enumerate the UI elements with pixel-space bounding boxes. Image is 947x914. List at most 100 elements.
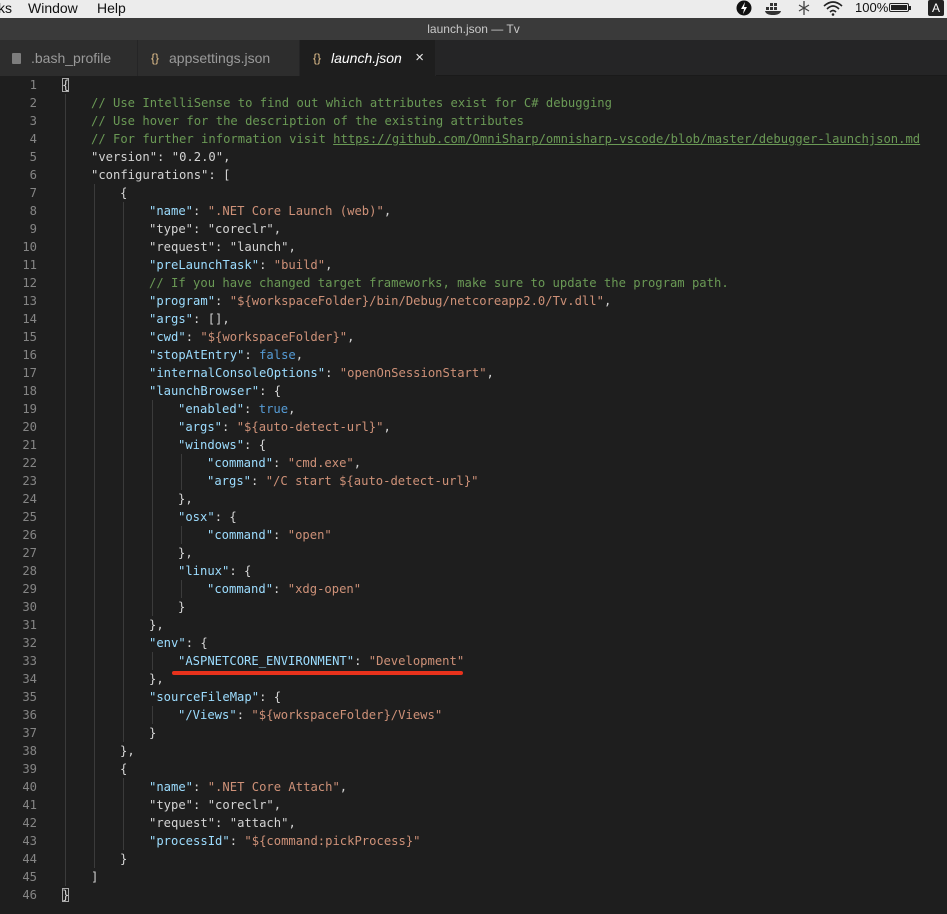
code-token: }: [149, 726, 157, 740]
code-text: },: [149, 670, 164, 688]
tab-bash-profile[interactable]: .bash_profile: [0, 40, 138, 76]
annotation-underline: [172, 671, 463, 675]
code-token: "args": [178, 420, 223, 434]
code-token: :: [222, 420, 237, 434]
code-line: 4 // For further information visit https:…: [0, 130, 947, 148]
code-token: }: [178, 600, 186, 614]
line-number: 41: [22, 798, 37, 812]
code-token: ,: [288, 402, 296, 416]
code-token: "launchBrowser": [149, 384, 260, 398]
code-token: "${workspaceFolder}/bin/Debug/netcoreapp…: [229, 294, 604, 308]
code-editor[interactable]: 1{2// Use IntelliSense to find out which…: [0, 76, 947, 914]
code-line: 24},: [0, 490, 947, 508]
code-token: },: [149, 672, 164, 686]
code-line: 35 "sourceFileMap": {: [0, 688, 947, 706]
code-text: "name": ".NET Core Attach",: [149, 778, 347, 796]
docker-icon[interactable]: [764, 0, 784, 16]
code-token: // Use IntelliSense to find out which at…: [91, 96, 612, 110]
code-token: ,: [288, 816, 296, 830]
code-token: : {: [259, 690, 282, 704]
tab-launch-json[interactable]: {} launch.json ×: [300, 40, 436, 76]
code-token: true: [258, 402, 289, 416]
code-text: "program": "${workspaceFolder}/bin/Debug…: [149, 292, 611, 310]
code-line: 15 "cwd": "${workspaceFolder}",: [0, 328, 947, 346]
code-token: ,: [223, 150, 231, 164]
code-token: "open": [287, 528, 332, 542]
json-braces-icon: {}: [313, 51, 322, 65]
menu-item-help[interactable]: Help: [97, 0, 126, 16]
tab-label: .bash_profile: [31, 50, 112, 66]
code-text: },: [149, 616, 164, 634]
code-text: }: [178, 598, 185, 616]
close-icon[interactable]: ×: [415, 40, 424, 76]
code-token: :: [215, 240, 230, 254]
code-line: 23 "args": "/C start ${auto-detect-url}": [0, 472, 947, 490]
network-icon[interactable]: [797, 0, 811, 16]
line-number: 16: [22, 348, 37, 362]
line-number: 33: [22, 654, 37, 668]
battery-icon[interactable]: [889, 3, 911, 12]
code-token: ,: [273, 222, 282, 236]
code-text: "args": "${auto-detect-url}",: [178, 418, 391, 436]
code-token: "cmd.exe": [287, 456, 354, 470]
menu-item-tasks[interactable]: ks: [0, 0, 12, 16]
code-token: "command": [207, 528, 274, 542]
lightning-icon[interactable]: [736, 0, 752, 16]
code-token: "osx": [178, 510, 215, 524]
wifi-icon[interactable]: [822, 0, 844, 16]
code-token: },: [149, 618, 164, 632]
code-line: 33 "ASPNETCORE_ENVIRONMENT": "Development…: [0, 652, 947, 670]
code-line: 42 "request": "attach",: [0, 814, 947, 832]
code-line: 3 // Use hover for the description of the…: [0, 112, 947, 130]
code-text: "type": "coreclr",: [149, 220, 281, 238]
code-text: "cwd": "${workspaceFolder}",: [149, 328, 354, 346]
tab-label: appsettings.json: [169, 50, 271, 66]
line-number: 40: [22, 780, 37, 794]
input-source-icon[interactable]: A: [928, 0, 944, 16]
code-text: // Use IntelliSense to find out which at…: [91, 94, 612, 112]
menu-item-window[interactable]: Window: [28, 0, 78, 16]
code-line: 29 "command": "xdg-open": [0, 580, 947, 598]
code-line: 17 "internalConsoleOptions": "openOnSessi…: [0, 364, 947, 382]
line-number: 45: [22, 870, 37, 884]
code-text: "stopAtEntry": false,: [149, 346, 303, 364]
code-token: ,: [383, 204, 392, 218]
code-token[interactable]: https://github.com/OmniSharp/omnisharp-v…: [333, 132, 920, 146]
code-token: "processId": [149, 834, 230, 848]
window-title: launch.json — Tv: [0, 18, 947, 40]
code-text: {: [120, 184, 127, 202]
code-token: : [],: [193, 312, 230, 326]
line-number: 6: [29, 168, 37, 182]
code-token: ,: [288, 240, 296, 254]
code-text: {: [62, 76, 70, 94]
line-number: 44: [22, 852, 37, 866]
line-number: 37: [22, 726, 37, 740]
code-text: "ASPNETCORE_ENVIRONMENT": "Development": [178, 652, 464, 670]
code-text: "processId": "${command:pickProcess}": [149, 832, 421, 850]
code-token: // If you have changed target frameworks…: [149, 276, 729, 290]
code-text: "sourceFileMap": {: [149, 688, 281, 706]
code-token: "name": [149, 204, 194, 218]
code-text: "args": [],: [149, 310, 230, 328]
line-number: 2: [29, 96, 37, 110]
code-token: ,: [603, 294, 612, 308]
line-number: 12: [22, 276, 37, 290]
code-line: 25 "osx": {: [0, 508, 947, 526]
line-number: 8: [29, 204, 37, 218]
code-token: // Use hover for the description of the …: [91, 114, 524, 128]
code-token: false: [259, 348, 296, 362]
code-token: }: [120, 852, 128, 866]
code-token: ".NET Core Attach": [207, 780, 340, 794]
code-token: :: [193, 780, 208, 794]
code-token: "command": [207, 456, 274, 470]
code-token: "preLaunchTask": [149, 258, 260, 272]
code-line: 2 // Use IntelliSense to find out which a…: [0, 94, 947, 112]
code-token: :: [193, 798, 208, 812]
code-token: },: [178, 492, 193, 506]
code-token: "request": [149, 816, 216, 830]
line-number: 46: [22, 888, 37, 902]
line-number: 11: [22, 258, 37, 272]
tab-appsettings-json[interactable]: {} appsettings.json: [138, 40, 300, 76]
code-token: "command": [207, 582, 274, 596]
code-text: }: [149, 724, 156, 742]
